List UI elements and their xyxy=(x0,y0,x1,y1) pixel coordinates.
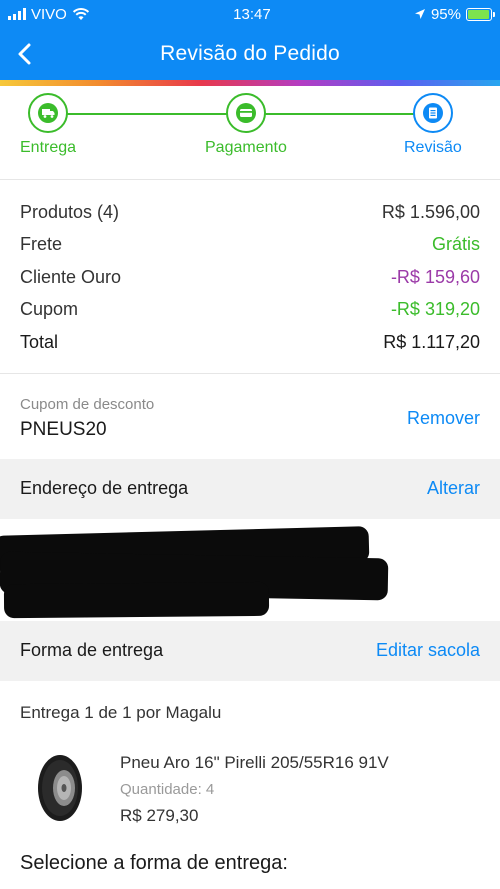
carrier-label: VIVO xyxy=(31,5,67,23)
edit-bag-button[interactable]: Editar sacola xyxy=(376,640,480,661)
chevron-left-icon[interactable] xyxy=(12,40,40,68)
tire-image xyxy=(38,754,82,821)
row-value: -R$ 319,20 xyxy=(390,299,480,320)
coupon-caption: Cupom de desconto xyxy=(20,395,155,413)
wifi-icon xyxy=(72,8,89,20)
step-label: Revisão xyxy=(404,139,462,156)
status-bar: VIVO 13:47 95% xyxy=(0,0,500,28)
select-delivery-title: Selecione a forma de entrega: xyxy=(20,852,288,874)
row-label: Frete xyxy=(20,234,63,255)
top-bar: VIVO 13:47 95% Revisão do Pedido xyxy=(0,0,500,80)
section-title: Endereço de entrega xyxy=(20,478,189,498)
change-address-button[interactable]: Alterar xyxy=(427,478,480,499)
summary-row-products: Produtos (4) R$ 1.596,00 xyxy=(20,196,480,229)
credit-card-icon xyxy=(225,93,266,133)
coupon-code: PNEUS20 xyxy=(20,418,107,440)
row-value: -R$ 159,60 xyxy=(390,266,480,287)
location-arrow-icon xyxy=(414,9,425,19)
row-value: R$ 1.596,00 xyxy=(381,201,480,222)
signal-icon xyxy=(8,8,26,20)
product-quantity: Quantidade: 4 xyxy=(120,780,215,798)
product-price: R$ 279,30 xyxy=(120,805,199,825)
row-label: Cliente Ouro xyxy=(20,266,122,287)
battery-icon xyxy=(466,7,495,21)
summary-row-gold-client: Cliente Ouro -R$ 159,60 xyxy=(20,261,480,294)
step-review[interactable]: Revisão xyxy=(404,93,462,157)
delivery-info: Entrega 1 de 1 por Magalu xyxy=(20,702,222,722)
step-delivery[interactable]: Entrega xyxy=(20,93,76,157)
address-section-header: Endereço de entrega Alterar xyxy=(0,458,500,519)
clock: 13:47 xyxy=(233,5,271,23)
address-redacted xyxy=(0,518,500,621)
page-title: Revisão do Pedido xyxy=(160,42,340,65)
row-label: Cupom xyxy=(20,299,79,320)
product-name: Pneu Aro 16" Pirelli 205/55R16 91V xyxy=(120,752,389,772)
summary-row-coupon: Cupom -R$ 319,20 xyxy=(20,294,480,327)
truck-icon xyxy=(28,93,69,133)
remove-coupon-button[interactable]: Remover xyxy=(407,408,480,429)
document-icon xyxy=(412,93,453,133)
header: Revisão do Pedido xyxy=(0,28,500,80)
checkout-stepper: Entrega Pagamento Revisão xyxy=(0,86,500,180)
delivery-section-header: Forma de entrega Editar sacola xyxy=(0,620,500,681)
coupon-section: Cupom de desconto PNEUS20 Remover xyxy=(0,374,500,459)
summary-row-total: Total R$ 1.117,20 xyxy=(20,326,480,359)
row-label: Total xyxy=(20,331,59,352)
step-label: Entrega xyxy=(20,139,77,156)
summary-row-shipping: Frete Grátis xyxy=(20,229,480,262)
product-item: Pneu Aro 16" Pirelli 205/55R16 91V Quant… xyxy=(0,723,500,826)
step-payment[interactable]: Pagamento xyxy=(205,93,287,157)
row-label: Produtos (4) xyxy=(20,201,120,222)
row-value: R$ 1.117,20 xyxy=(383,331,480,352)
battery-percent: 95% xyxy=(430,5,461,23)
section-title: Forma de entrega xyxy=(20,640,164,660)
order-summary: Produtos (4) R$ 1.596,00 Frete Grátis Clie… xyxy=(0,180,500,374)
step-label: Pagamento xyxy=(205,139,287,156)
row-value: Grátis xyxy=(431,234,480,255)
redaction-mark xyxy=(3,581,270,618)
